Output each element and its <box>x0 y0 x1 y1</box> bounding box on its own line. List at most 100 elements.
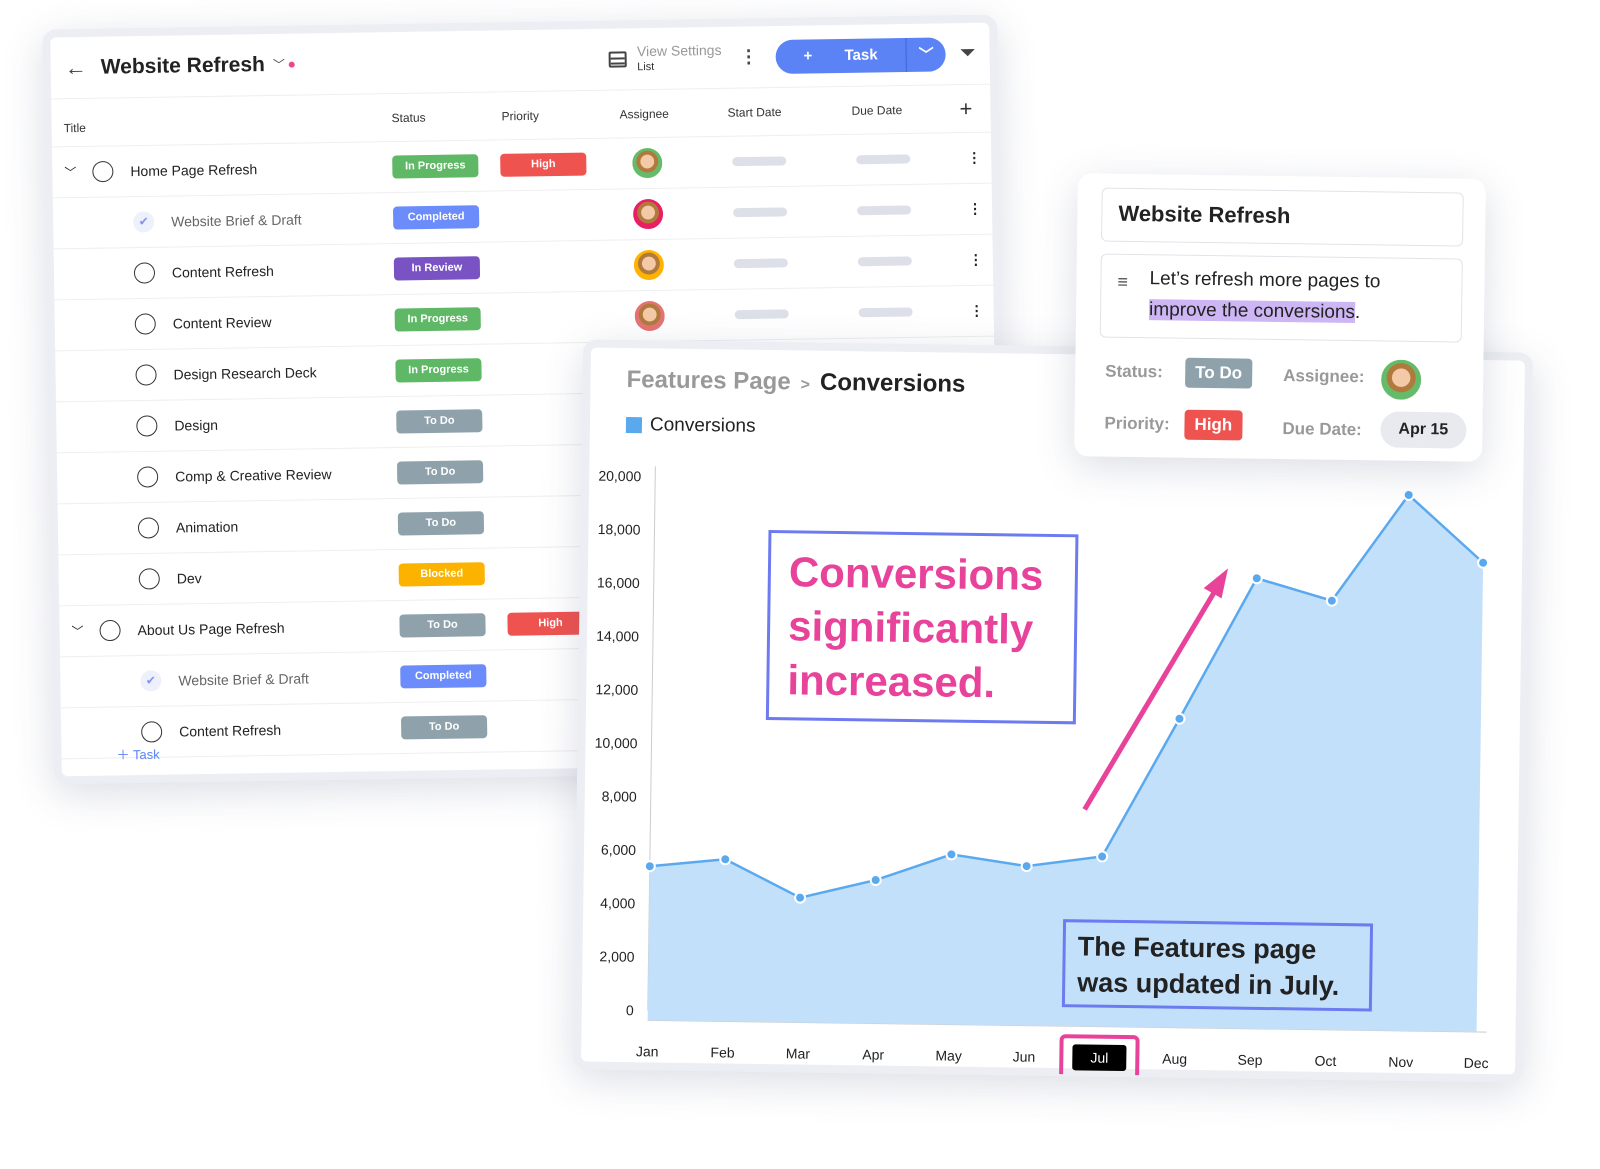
project-title: Website Refresh <box>100 52 266 79</box>
status-badge[interactable]: To Do <box>396 409 483 434</box>
data-point-dec[interactable] <box>1477 556 1490 569</box>
complete-checkbox[interactable] <box>134 313 156 335</box>
data-point-may[interactable] <box>945 848 958 861</box>
task-title[interactable]: Design Research Deck <box>173 364 316 382</box>
start-date-placeholder[interactable] <box>733 258 788 269</box>
task-title-field[interactable]: Website Refresh <box>1101 187 1464 247</box>
status-badge[interactable]: Completed <box>400 664 487 689</box>
data-point-feb[interactable] <box>719 853 732 866</box>
data-point-jul[interactable] <box>1096 850 1109 863</box>
data-point-sep[interactable] <box>1250 572 1263 585</box>
data-point-oct[interactable] <box>1325 594 1338 607</box>
x-tick-label: Apr <box>862 1046 884 1062</box>
task-title[interactable]: Content Refresh <box>172 263 274 281</box>
x-tick-label: Mar <box>786 1045 811 1061</box>
col-priority[interactable]: Priority <box>501 108 539 123</box>
start-date-placeholder[interactable] <box>734 309 789 320</box>
add-task-button[interactable]: + Task ﹀ <box>775 36 946 74</box>
task-title[interactable]: Content Refresh <box>179 722 281 740</box>
task-title[interactable]: Home Page Refresh <box>130 161 257 179</box>
status-badge[interactable]: In Review <box>393 256 481 281</box>
assignee-avatar[interactable] <box>633 249 665 281</box>
task-title[interactable]: Animation <box>176 519 239 536</box>
priority-badge[interactable]: High <box>500 152 587 177</box>
status-badge[interactable]: In Progress <box>394 307 481 332</box>
col-start-date[interactable]: Start Date <box>727 104 781 119</box>
complete-checkbox[interactable] <box>92 160 114 183</box>
task-title[interactable]: Design <box>174 417 218 434</box>
task-title[interactable]: Content Review <box>173 314 272 332</box>
task-title[interactable]: Website Brief & Draft <box>178 670 309 688</box>
due-date-placeholder[interactable] <box>857 205 912 216</box>
status-badge[interactable]: In Progress <box>392 154 479 179</box>
data-point-aug[interactable] <box>1173 712 1186 725</box>
complete-checkbox[interactable] <box>136 415 158 437</box>
status-badge[interactable]: In Progress <box>395 358 482 383</box>
data-point-apr[interactable] <box>869 874 882 887</box>
y-tick-label: 0 <box>626 1002 634 1018</box>
complete-checkbox[interactable] <box>141 721 163 743</box>
complete-checkbox[interactable] <box>133 262 156 284</box>
view-settings-label: View Settings <box>636 41 722 59</box>
start-date-placeholder[interactable] <box>733 207 788 218</box>
complete-checkbox[interactable] <box>99 619 121 642</box>
status-badge[interactable]: To Do <box>397 511 485 536</box>
status-badge[interactable]: To Do <box>399 613 486 638</box>
due-date-placeholder[interactable] <box>856 154 911 165</box>
col-due-date[interactable]: Due Date <box>851 103 902 118</box>
row-menu-icon[interactable]: ⋮ <box>969 251 983 268</box>
task-description-field[interactable]: ≡ Let’s refresh more pages to improve th… <box>1099 253 1463 343</box>
status-badge[interactable]: To Do <box>396 460 484 485</box>
col-title[interactable]: Title <box>64 121 86 135</box>
col-assignee[interactable]: Assignee <box>619 106 669 121</box>
complete-checkbox[interactable] <box>137 466 159 488</box>
view-settings-button[interactable]: View Settings List <box>608 41 722 75</box>
chevron-down-icon[interactable]: ﹀ <box>905 36 946 72</box>
complete-checkbox[interactable] <box>137 517 160 539</box>
data-point-mar[interactable] <box>794 891 807 904</box>
task-title[interactable]: About Us Page Refresh <box>137 620 284 638</box>
add-task-link-label: Task <box>132 746 160 763</box>
arrow-head-icon <box>1203 568 1229 599</box>
task-title[interactable]: Dev <box>177 570 202 586</box>
due-date-value[interactable]: Apr 15 <box>1380 411 1467 449</box>
complete-checkbox[interactable] <box>138 568 160 590</box>
complete-checkbox[interactable] <box>135 364 157 386</box>
status-badge[interactable]: Blocked <box>398 562 485 587</box>
priority-badge[interactable]: High <box>1184 409 1243 441</box>
chevron-down-icon[interactable]: ﹀ <box>71 622 83 639</box>
status-badge[interactable]: To Do <box>400 715 488 740</box>
assignee-avatar[interactable] <box>1380 359 1422 400</box>
data-point-nov[interactable] <box>1402 488 1415 501</box>
due-date-placeholder[interactable] <box>857 256 912 267</box>
add-column-icon[interactable]: + <box>959 95 972 121</box>
status-badge[interactable]: Completed <box>392 205 480 230</box>
start-date-placeholder[interactable] <box>732 156 787 167</box>
row-menu-icon[interactable]: ⋮ <box>967 149 981 166</box>
completed-check-icon[interactable]: ✔ <box>140 670 162 692</box>
chevron-down-icon[interactable]: ﹀ <box>64 164 76 181</box>
chevron-down-icon[interactable]: ﹀ <box>273 56 285 73</box>
assignee-avatar[interactable] <box>632 198 664 230</box>
back-arrow-icon[interactable]: ← <box>65 54 87 80</box>
task-title[interactable]: Website Brief & Draft <box>171 211 302 229</box>
assignee-avatar[interactable] <box>632 147 663 179</box>
data-point-jan[interactable] <box>643 860 656 873</box>
row-menu-icon[interactable]: ⋮ <box>968 200 982 217</box>
completed-check-icon[interactable]: ✔ <box>133 211 155 233</box>
plus-icon: + <box>803 47 817 65</box>
data-point-jun[interactable] <box>1020 860 1033 873</box>
y-tick-label: 2,000 <box>599 948 634 964</box>
add-task-link[interactable]: ＋ Task <box>116 744 159 764</box>
due-date-placeholder[interactable] <box>858 307 913 318</box>
filter-icon[interactable]: ⏷ <box>959 42 975 65</box>
x-tick-label: Dec <box>1464 1055 1489 1071</box>
annotation-increase: Conversions significantly increased. <box>765 530 1079 725</box>
col-status[interactable]: Status <box>391 110 425 125</box>
status-badge[interactable]: To Do <box>1185 357 1253 389</box>
assignee-avatar[interactable] <box>634 300 665 332</box>
row-menu-icon[interactable]: ⋮ <box>970 302 984 319</box>
status-label: Status: <box>1105 361 1163 382</box>
more-options-icon[interactable]: ⋮ <box>739 46 757 67</box>
task-title[interactable]: Comp & Creative Review <box>175 466 332 484</box>
